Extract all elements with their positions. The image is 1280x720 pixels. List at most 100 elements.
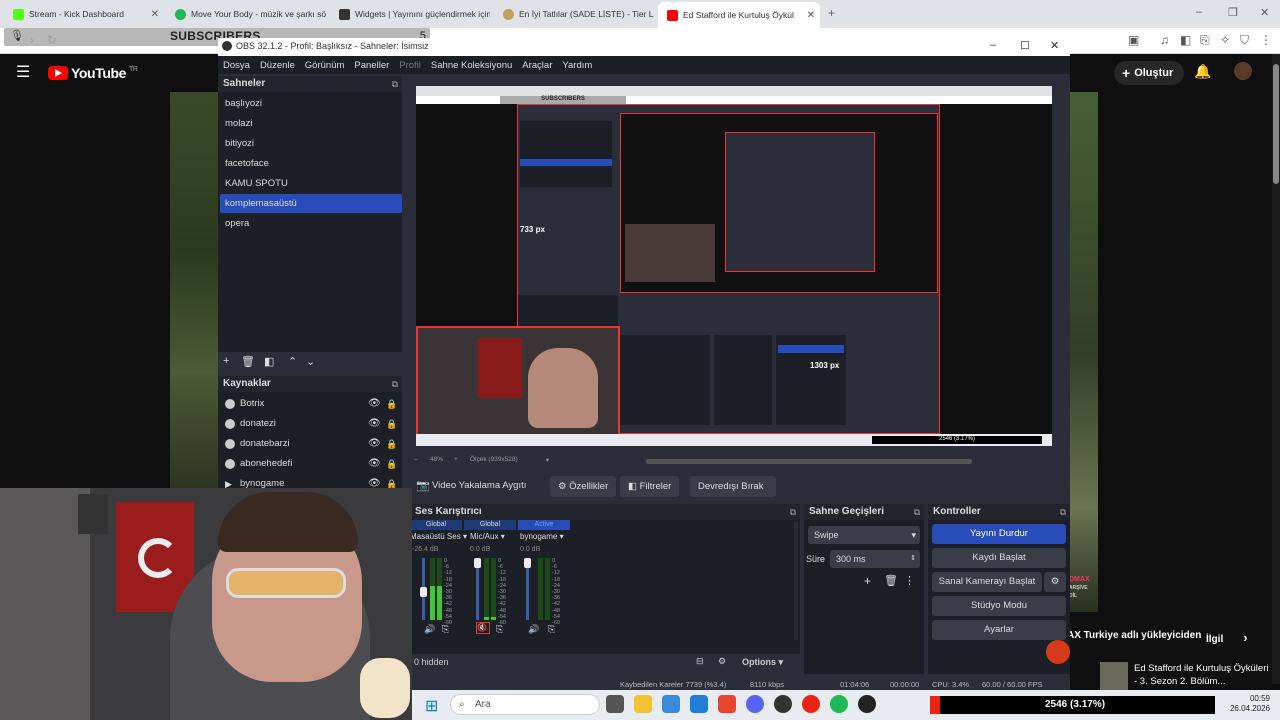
taskbar-search[interactable]: ⌕ Ara xyxy=(450,694,600,715)
channel-name-dropdown[interactable]: Mic/Aux ▾ xyxy=(470,532,505,541)
channel-name-dropdown[interactable]: Masaüstü Ses ▾ xyxy=(410,532,467,541)
task-view-icon[interactable] xyxy=(606,695,624,713)
plus-icon[interactable]: + xyxy=(454,456,458,463)
monitor-icon[interactable]: ⎘ xyxy=(496,624,503,635)
scene-item[interactable]: molazi xyxy=(220,114,402,133)
channel-name-dropdown[interactable]: bynogame ▾ xyxy=(520,532,564,541)
advanced-audio-icon[interactable]: ⚙ xyxy=(718,656,726,667)
menu-tools[interactable]: Araçlar xyxy=(522,60,552,71)
bell-icon[interactable]: 🔔 xyxy=(1194,63,1211,80)
virtual-camera-button[interactable]: Sanal Kamerayı Başlat xyxy=(932,572,1042,592)
new-tab-icon[interactable]: + xyxy=(828,6,835,20)
scale-select[interactable]: Ölçek (939x528) xyxy=(470,456,518,463)
browser-tab-active[interactable]: Ed Stafford ile Kurtuluş Öykül ✕ xyxy=(658,2,820,28)
scene-item[interactable]: facetoface xyxy=(220,154,402,173)
layout-icon[interactable]: ⊟ xyxy=(696,656,704,667)
menu-file[interactable]: Dosya xyxy=(223,60,250,71)
dock-undock-icon[interactable]: ⧉ xyxy=(392,76,398,92)
close-window-icon[interactable]: ✕ xyxy=(1260,6,1269,19)
eye-icon[interactable]: 👁 xyxy=(368,454,381,474)
fader-knob[interactable] xyxy=(524,558,531,568)
source-item[interactable]: Botrix 👁 🔒 xyxy=(220,394,402,414)
fader-knob[interactable] xyxy=(420,587,427,597)
minimize-icon[interactable]: – xyxy=(990,39,996,51)
options-button[interactable]: Options ▾ xyxy=(742,657,783,668)
avatar[interactable] xyxy=(1234,62,1252,80)
windows-start-icon[interactable]: ⊞ xyxy=(425,696,438,716)
menu-scene-collection[interactable]: Sahne Koleksiyonu xyxy=(431,60,512,71)
shield-icon[interactable]: ⛉ xyxy=(1240,33,1249,48)
settings-button[interactable]: Ayarlar xyxy=(932,620,1066,640)
browser-tab[interactable]: En İyi Tatlılar (SADE LİSTE) - Tier List xyxy=(494,3,654,25)
screenshot-icon[interactable]: ⎘ xyxy=(1200,33,1210,48)
chevron-down-icon[interactable]: ▾ xyxy=(546,456,549,464)
browser-tab[interactable]: Stream - Kick Dashboard ✕ xyxy=(4,3,164,25)
chevron-down-icon[interactable]: ⌄ xyxy=(306,355,315,368)
eye-icon[interactable]: 👁 xyxy=(368,414,381,434)
maximize-icon[interactable]: ☐ xyxy=(1020,39,1030,52)
monitor-icon[interactable]: ⎘ xyxy=(548,624,555,635)
trash-icon[interactable]: 🗑 xyxy=(241,355,255,368)
add-icon[interactable]: + xyxy=(223,355,229,367)
scene-item[interactable]: başlıyozi xyxy=(220,94,402,113)
duration-input[interactable]: 300 ms ⇕ xyxy=(830,550,920,568)
scene-item-selected[interactable]: komplemasaüstü xyxy=(220,194,402,213)
music-icon[interactable]: ♫ xyxy=(1160,33,1169,47)
settings-app-icon[interactable] xyxy=(662,695,680,713)
dock-undock-icon[interactable]: ⧉ xyxy=(1060,504,1066,520)
browser-tab[interactable]: Widgets | Yayınını güçlendirmek için xyxy=(330,3,490,25)
browser-tab[interactable]: Move Your Body - müzik ve şarkı söz xyxy=(166,3,326,25)
video-thumbnail[interactable] xyxy=(1100,662,1128,692)
related-chip[interactable]: İlgil › xyxy=(1206,630,1248,645)
dock-undock-icon[interactable]: ⧉ xyxy=(790,504,796,520)
lock-icon[interactable]: 🔒 xyxy=(386,394,397,414)
transition-select[interactable]: Swipe ▾ xyxy=(808,526,920,544)
minimize-icon[interactable]: – xyxy=(1196,6,1202,18)
trash-icon[interactable]: 🗑 xyxy=(884,574,898,587)
speaker-icon[interactable]: 🔊 xyxy=(528,624,539,635)
menu-view[interactable]: Görünüm xyxy=(305,60,345,71)
source-item[interactable]: donatezi 👁 🔒 xyxy=(220,414,402,434)
lock-icon[interactable]: 🔒 xyxy=(386,454,397,474)
spotify-icon[interactable] xyxy=(830,695,848,713)
gear-icon[interactable]: ⚙ xyxy=(1044,572,1066,592)
file-explorer-icon[interactable] xyxy=(634,695,652,713)
close-icon[interactable]: ✕ xyxy=(1050,39,1059,52)
menu-profile[interactable]: Profil xyxy=(399,60,421,71)
discord-icon[interactable] xyxy=(746,695,764,713)
create-button[interactable]: + Oluştur xyxy=(1114,61,1184,85)
source-item[interactable]: donatebarzi 👁 🔒 xyxy=(220,434,402,454)
scene-item[interactable]: opera xyxy=(220,214,402,233)
store-icon[interactable] xyxy=(690,695,708,713)
menu-icon[interactable]: ⋮ xyxy=(1260,33,1272,47)
source-item[interactable]: abonehedefi 👁 🔒 xyxy=(220,454,402,474)
menu-docks[interactable]: Paneller xyxy=(354,60,389,71)
menu-edit[interactable]: Düzenle xyxy=(260,60,295,71)
minus-icon[interactable]: – xyxy=(414,456,418,463)
preview-canvas[interactable]: SUBSCRIBERS 733 px 1303 px 2546 (3.17%) xyxy=(416,86,1052,446)
dock-undock-icon[interactable]: ⧉ xyxy=(392,376,398,392)
properties-button[interactable]: ⚙ Özellikler xyxy=(550,476,617,497)
start-record-button[interactable]: Kaydı Başlat xyxy=(932,548,1066,568)
close-icon[interactable]: ✕ xyxy=(807,10,815,21)
lock-icon[interactable]: 🔒 xyxy=(386,414,397,434)
page-scrollbar[interactable] xyxy=(1272,54,1280,684)
menu-help[interactable]: Yardım xyxy=(562,60,592,71)
close-icon[interactable]: ✕ xyxy=(151,9,159,20)
speaker-icon[interactable]: 🔊 xyxy=(424,624,435,635)
deactivate-button[interactable]: Devredışı Bırak xyxy=(690,476,776,497)
obs-taskbar-icon[interactable] xyxy=(858,695,876,713)
opera-icon[interactable] xyxy=(802,695,820,713)
muted-speaker-icon[interactable]: 🔇 xyxy=(476,622,490,634)
filter-icon[interactable]: ◧ xyxy=(264,355,274,368)
more-icon[interactable]: ⋮ xyxy=(904,574,915,587)
filters-button[interactable]: ◧ Filtreler xyxy=(620,476,680,497)
recommended-video-title[interactable]: Ed Stafford ile Kurtuluş Öyküleri - 3. S… xyxy=(1134,662,1274,688)
add-icon[interactable]: + xyxy=(864,574,871,588)
chevron-up-icon[interactable]: ⌃ xyxy=(288,355,297,368)
stop-stream-button[interactable]: Yayını Durdur xyxy=(932,524,1066,544)
hamburger-icon[interactable]: ☰ xyxy=(16,62,30,82)
extension-icon[interactable]: ✧ xyxy=(1220,33,1230,47)
restore-icon[interactable]: ❐ xyxy=(1228,6,1238,19)
chevron-right-icon[interactable]: › xyxy=(1243,630,1247,645)
